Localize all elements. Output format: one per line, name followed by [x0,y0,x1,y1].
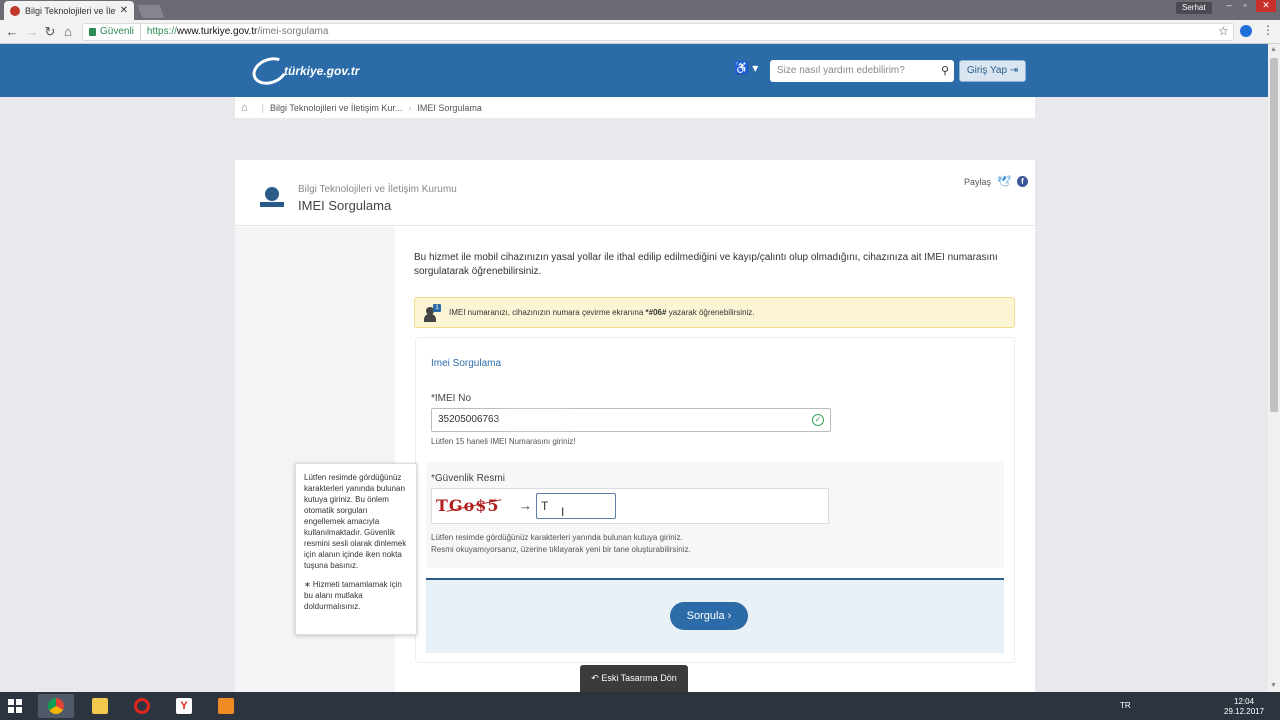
clock-date: 29.12.2017 [1224,707,1265,716]
url-scheme: https:// [146,26,177,37]
chrome-taskbar-icon[interactable] [38,694,74,718]
imei-input[interactable]: 35205006763 ✓ [431,408,831,432]
home-icon[interactable]: ⌂ [241,102,248,114]
share-label: Paylaş [964,176,992,187]
bookmark-star-icon[interactable]: ☆ [1218,24,1229,38]
logo-mark-icon [248,52,292,90]
clock[interactable]: 12:04 29.12.2017 [1224,697,1264,717]
imei-value: 35205006763 [438,414,500,425]
submit-area: Sorgula › [426,578,1004,653]
form-title: Imei Sorgulama [431,358,502,369]
institution-name: Bilgi Teknolojileri ve İletişim Kurumu [298,184,457,195]
scroll-up-icon[interactable]: ▲ [1270,46,1277,53]
scroll-thumb[interactable] [1270,58,1278,412]
text-cursor-icon: I [561,505,565,519]
tooltip-required-note: ∗ Hizmeti tamamlamak için bu alanı mutla… [304,580,402,611]
info-box: 1 IMEI numaranızı, cihazınızın numara çe… [414,297,1015,328]
page-title: IMEI Sorgulama [298,198,392,213]
lock-icon [89,28,96,36]
old-design-button[interactable]: ↶ Eski Tasarıma Dön [580,665,688,692]
captcha-hint-line-2: Resmi okuyamıyorsanız, üzerine tıklayara… [431,545,691,554]
site-favicon-icon [10,5,20,16]
language-indicator[interactable]: TR [1120,701,1131,710]
institution-logo-icon [260,187,284,207]
browser-menu-icon[interactable]: ⋮ [1262,23,1274,37]
url-bar[interactable]: Güvenli https:// www.turkiye.gov.tr /ime… [82,23,1234,41]
arrow-right-icon: → [519,498,532,513]
imei-label: *IMEI No [431,393,472,404]
clock-time: 12:04 [1234,697,1255,706]
login-label: Giriş Yap [966,65,1008,76]
extension-icon[interactable] [1240,25,1252,37]
info-user-icon: 1 [424,304,441,322]
address-toolbar: ← → ↻ ⌂ Güvenli https:// www.turkiye.gov… [0,20,1280,44]
intro-text: Bu hizmet ile mobil cihazınızın yasal yo… [414,252,998,277]
imei-form: Imei Sorgulama *IMEI No 35205006763 ✓ Lü… [415,337,1015,663]
secure-label: Güvenli [100,24,141,40]
scroll-down-icon[interactable]: ▼ [1270,682,1277,689]
captcha-hint-line-1: Lütfen resimde gördüğünüz karakterleri y… [431,533,683,542]
back-arrow-icon[interactable]: ← [4,24,20,40]
captcha-input[interactable]: T I [536,493,616,519]
home-button-icon[interactable]: ⌂ [60,24,76,40]
profile-chip[interactable]: Serhat [1176,2,1212,14]
accessibility-icon[interactable]: ♿ ▾ [734,61,758,75]
explorer-taskbar-icon[interactable] [82,694,118,718]
sidebar-blurred-text [261,252,263,264]
tab-title: Bilgi Teknolojileri ve İleti [25,5,116,16]
breadcrumb-item-current: IMEI Sorgulama [417,102,482,113]
valid-check-icon: ✓ [812,414,824,426]
main-content: Bu hizmet ile mobil cihazınızın yasal yo… [395,227,1035,700]
captcha-hint: Lütfen resimde gördüğünüz karakterleri y… [431,532,691,556]
facebook-icon[interactable]: f [1016,176,1028,187]
new-tab-button[interactable] [137,5,165,18]
url-host: www.turkiye.gov.tr [176,26,258,37]
app-taskbar-icon[interactable] [208,694,244,718]
forward-arrow-icon[interactable]: → [24,24,40,40]
search-icon[interactable]: ⚲ [941,60,949,82]
breadcrumb: ⌂ | Bilgi Teknolojileri ve İletişim Kur.… [235,97,1035,118]
info-code: *#06# [645,308,667,317]
tab-close-icon[interactable]: ✕ [120,5,128,16]
captcha-row: TGo$5 → T I [431,488,829,524]
windows-taskbar: Y TR 12:04 29.12.2017 [0,692,1280,720]
info-badge: 1 [433,304,441,312]
query-button[interactable]: Sorgula › [670,602,748,630]
site-search-input[interactable]: Size nasıl yardım edebilirim? ⚲ [770,60,954,82]
windows-start-icon[interactable] [8,699,22,713]
logo-text: türkiye.gov.tr [284,64,360,78]
twitter-icon[interactable]: 🕊 [997,175,1011,188]
minimize-icon[interactable]: – [1222,0,1236,12]
captcha-value: T [541,499,549,513]
info-text-suffix: yazarak öğrenebilirsiniz. [668,308,755,317]
captcha-tooltip: Lütfen resimde gördüğünüz karakterleri y… [295,463,417,635]
imei-redaction [500,411,572,429]
browser-tabbar: Bilgi Teknolojileri ve İleti ✕ Serhat – … [0,0,1280,20]
window-close-icon[interactable]: ✕ [1256,0,1276,12]
breadcrumb-separator: | [261,102,264,113]
imei-hint: Lütfen 15 haneli IMEI Numarasını giriniz… [431,437,576,446]
login-button[interactable]: Giriş Yap ⇥ [959,60,1026,82]
site-header: türkiye.gov.tr [0,44,1268,97]
maximize-icon[interactable]: ▫ [1238,0,1252,12]
captcha-image[interactable]: TGo$5 [436,493,508,519]
site-logo[interactable]: türkiye.gov.tr [248,52,360,90]
reload-icon[interactable]: ↻ [42,24,58,40]
browser-tab[interactable]: Bilgi Teknolojileri ve İleti ✕ [4,1,134,20]
page-scrollbar[interactable]: ▲ ▼ [1268,44,1280,692]
opera-taskbar-icon[interactable] [124,694,160,718]
captcha-section: *Güvenlik Resmi TGo$5 → T I Lütfen resim… [426,462,1004,568]
breadcrumb-item-institution[interactable]: Bilgi Teknolojileri ve İletişim Kur... [270,103,402,113]
search-placeholder: Size nasıl yardım edebilirim? [777,65,905,76]
breadcrumb-separator: › [408,102,412,113]
card-header: Bilgi Teknolojileri ve İletişim Kurumu I… [235,160,1035,226]
captcha-label: *Güvenlik Resmi [431,473,505,484]
info-text-prefix: IMEI numaranızı, cihazınızın numara çevi… [449,308,644,317]
tooltip-text: Lütfen resimde gördüğünüz karakterleri y… [304,473,407,570]
url-path: /imei-sorgulama [257,26,329,37]
share-bar: Paylaş 🕊 f [964,175,1028,188]
yandex-taskbar-icon[interactable]: Y [166,694,202,718]
